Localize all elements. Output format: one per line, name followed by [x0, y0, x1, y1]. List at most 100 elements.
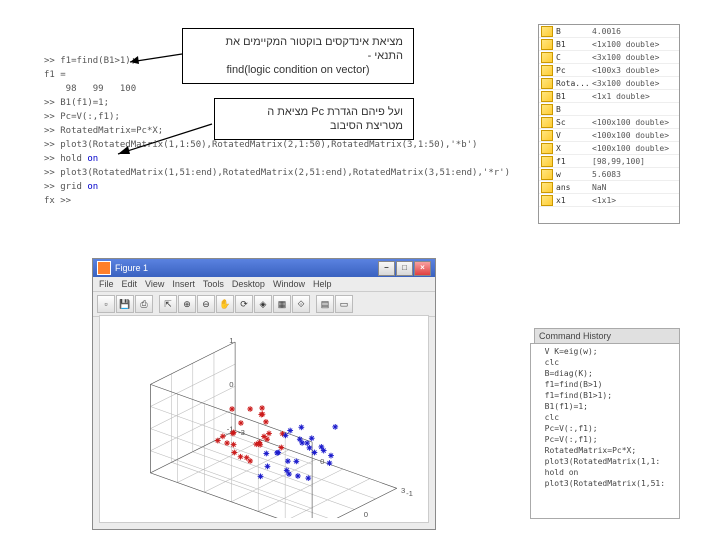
menu-item[interactable]: Window — [273, 279, 305, 289]
workspace-panel[interactable]: B4.0016B1<1x100 double>C<3x100 double>Pc… — [538, 24, 680, 224]
svg-text:3: 3 — [401, 486, 405, 495]
var-value: <100x100 double> — [592, 144, 679, 153]
history-line[interactable]: V K=eig(w); — [535, 346, 675, 357]
history-line[interactable]: Pc=V(:,f1); — [535, 434, 675, 445]
menu-item[interactable]: Insert — [172, 279, 195, 289]
var-name: x1 — [556, 196, 592, 205]
workspace-row[interactable]: f1[98,99,100] — [539, 155, 679, 168]
var-value: <100x100 double> — [592, 118, 679, 127]
workspace-row[interactable]: B4.0016 — [539, 25, 679, 38]
annotation-text: - התנאי — [193, 49, 403, 63]
var-icon — [541, 78, 553, 89]
var-name: B1 — [556, 92, 592, 101]
menu-item[interactable]: View — [145, 279, 164, 289]
figure-title: Figure 1 — [115, 263, 148, 273]
history-line[interactable]: B=diag(K); — [535, 368, 675, 379]
workspace-row[interactable]: C<3x100 double> — [539, 51, 679, 64]
brush-icon[interactable]: ▦ — [273, 295, 291, 313]
var-icon — [541, 65, 553, 76]
figure-titlebar[interactable]: Figure 1 – □ × — [93, 259, 435, 277]
history-line[interactable]: clc — [535, 412, 675, 423]
var-name: Rota... — [556, 79, 592, 88]
workspace-row[interactable]: Sc<100x100 double> — [539, 116, 679, 129]
history-line[interactable]: clc — [535, 357, 675, 368]
workspace-row[interactable]: Rota...<3x100 double> — [539, 77, 679, 90]
figure-axes[interactable]: -303-101-101 — [99, 315, 429, 523]
save-icon[interactable]: 💾 — [116, 295, 134, 313]
new-fig-icon[interactable]: ▫ — [97, 295, 115, 313]
var-value: [98,99,100] — [592, 157, 679, 166]
history-line[interactable]: plot3(RotatedMatrix(1,51: — [535, 478, 675, 489]
history-line[interactable]: f1=find(B>1) — [535, 379, 675, 390]
var-value: <3x100 double> — [592, 79, 679, 88]
var-name: B — [556, 27, 592, 36]
svg-text:0: 0 — [320, 457, 324, 466]
menu-item[interactable]: Help — [313, 279, 332, 289]
cmd-line: >> plot3(RotatedMatrix(1,1:50),RotatedMa… — [44, 138, 434, 152]
var-value: <1x1 double> — [592, 92, 679, 101]
workspace-row[interactable]: Pc<100x3 double> — [539, 64, 679, 77]
maximize-button[interactable]: □ — [396, 261, 413, 276]
annotation-text: find(logic condition on vector) — [193, 63, 403, 77]
command-history-panel[interactable]: V K=eig(w); clc B=diag(K); f1=find(B>1) … — [530, 343, 680, 519]
var-icon — [541, 26, 553, 37]
datacursor-icon[interactable]: ◈ — [254, 295, 272, 313]
link-icon[interactable]: ⟐ — [292, 295, 310, 313]
var-name: B1 — [556, 40, 592, 49]
svg-text:-3: -3 — [238, 428, 245, 437]
menu-item[interactable]: Edit — [122, 279, 138, 289]
var-icon — [541, 182, 553, 193]
history-line[interactable]: RotatedMatrix=Pc*X; — [535, 445, 675, 456]
history-line[interactable]: plot3(RotatedMatrix(1,1: — [535, 456, 675, 467]
zoom-out-icon[interactable]: ⊖ — [197, 295, 215, 313]
var-name: w — [556, 170, 592, 179]
history-line[interactable]: f1=find(B1>1); — [535, 390, 675, 401]
var-value: 4.0016 — [592, 27, 679, 36]
workspace-row[interactable]: B1<1x100 double> — [539, 38, 679, 51]
history-line[interactable]: hold on — [535, 467, 675, 478]
print-icon[interactable]: ⎙ — [135, 295, 153, 313]
menu-item[interactable]: Desktop — [232, 279, 265, 289]
svg-text:0: 0 — [364, 510, 368, 518]
legend-icon[interactable]: ▭ — [335, 295, 353, 313]
colorbar-icon[interactable]: ▤ — [316, 295, 334, 313]
var-name: B — [556, 105, 592, 114]
svg-text:1: 1 — [229, 336, 233, 345]
arrow-icon — [126, 48, 186, 68]
close-button[interactable]: × — [414, 261, 431, 276]
pan-icon[interactable]: ✋ — [216, 295, 234, 313]
rotate3d-icon[interactable]: ⟳ — [235, 295, 253, 313]
workspace-row[interactable]: X<100x100 double> — [539, 142, 679, 155]
cmd-line: >> grid on — [44, 180, 434, 194]
var-value: <100x3 double> — [592, 66, 679, 75]
workspace-row[interactable]: w5.6083 — [539, 168, 679, 181]
workspace-row[interactable]: B1<1x1 double> — [539, 90, 679, 103]
var-value: <1x1> — [592, 196, 679, 205]
prompt[interactable]: fx >> — [44, 194, 434, 208]
zoom-in-icon[interactable]: ⊕ — [178, 295, 196, 313]
arrow-icon[interactable]: ⇱ — [159, 295, 177, 313]
var-name: ans — [556, 183, 592, 192]
var-icon — [541, 117, 553, 128]
figure-menubar[interactable]: File Edit View Insert Tools Desktop Window Help — [93, 277, 435, 292]
workspace-row[interactable]: V<100x100 double> — [539, 129, 679, 142]
workspace-row[interactable]: ansNaN — [539, 181, 679, 194]
var-value: 5.6083 — [592, 170, 679, 179]
figure-window[interactable]: Figure 1 – □ × File Edit View Insert Tools De… — [92, 258, 436, 530]
var-icon — [541, 104, 553, 115]
menu-item[interactable]: File — [99, 279, 114, 289]
var-icon — [541, 52, 553, 63]
minimize-button[interactable]: – — [378, 261, 395, 276]
menu-item[interactable]: Tools — [203, 279, 224, 289]
workspace-row[interactable]: B — [539, 103, 679, 116]
var-name: C — [556, 53, 592, 62]
matlab-icon — [97, 261, 111, 275]
history-line[interactable]: Pc=V(:,f1); — [535, 423, 675, 434]
var-name: X — [556, 144, 592, 153]
workspace-row[interactable]: x1<1x1> — [539, 194, 679, 207]
cmd-line: >> plot3(RotatedMatrix(1,51:end),Rotated… — [44, 166, 434, 180]
history-line[interactable]: B1(f1)=1; — [535, 401, 675, 412]
annotation-text: מציאת ה Pc ועל פיהם הגדרת — [225, 105, 403, 119]
figure-toolbar[interactable]: ▫ 💾 ⎙ ⇱ ⊕ ⊖ ✋ ⟳ ◈ ▦ ⟐ ▤ ▭ — [93, 292, 435, 317]
var-icon — [541, 143, 553, 154]
